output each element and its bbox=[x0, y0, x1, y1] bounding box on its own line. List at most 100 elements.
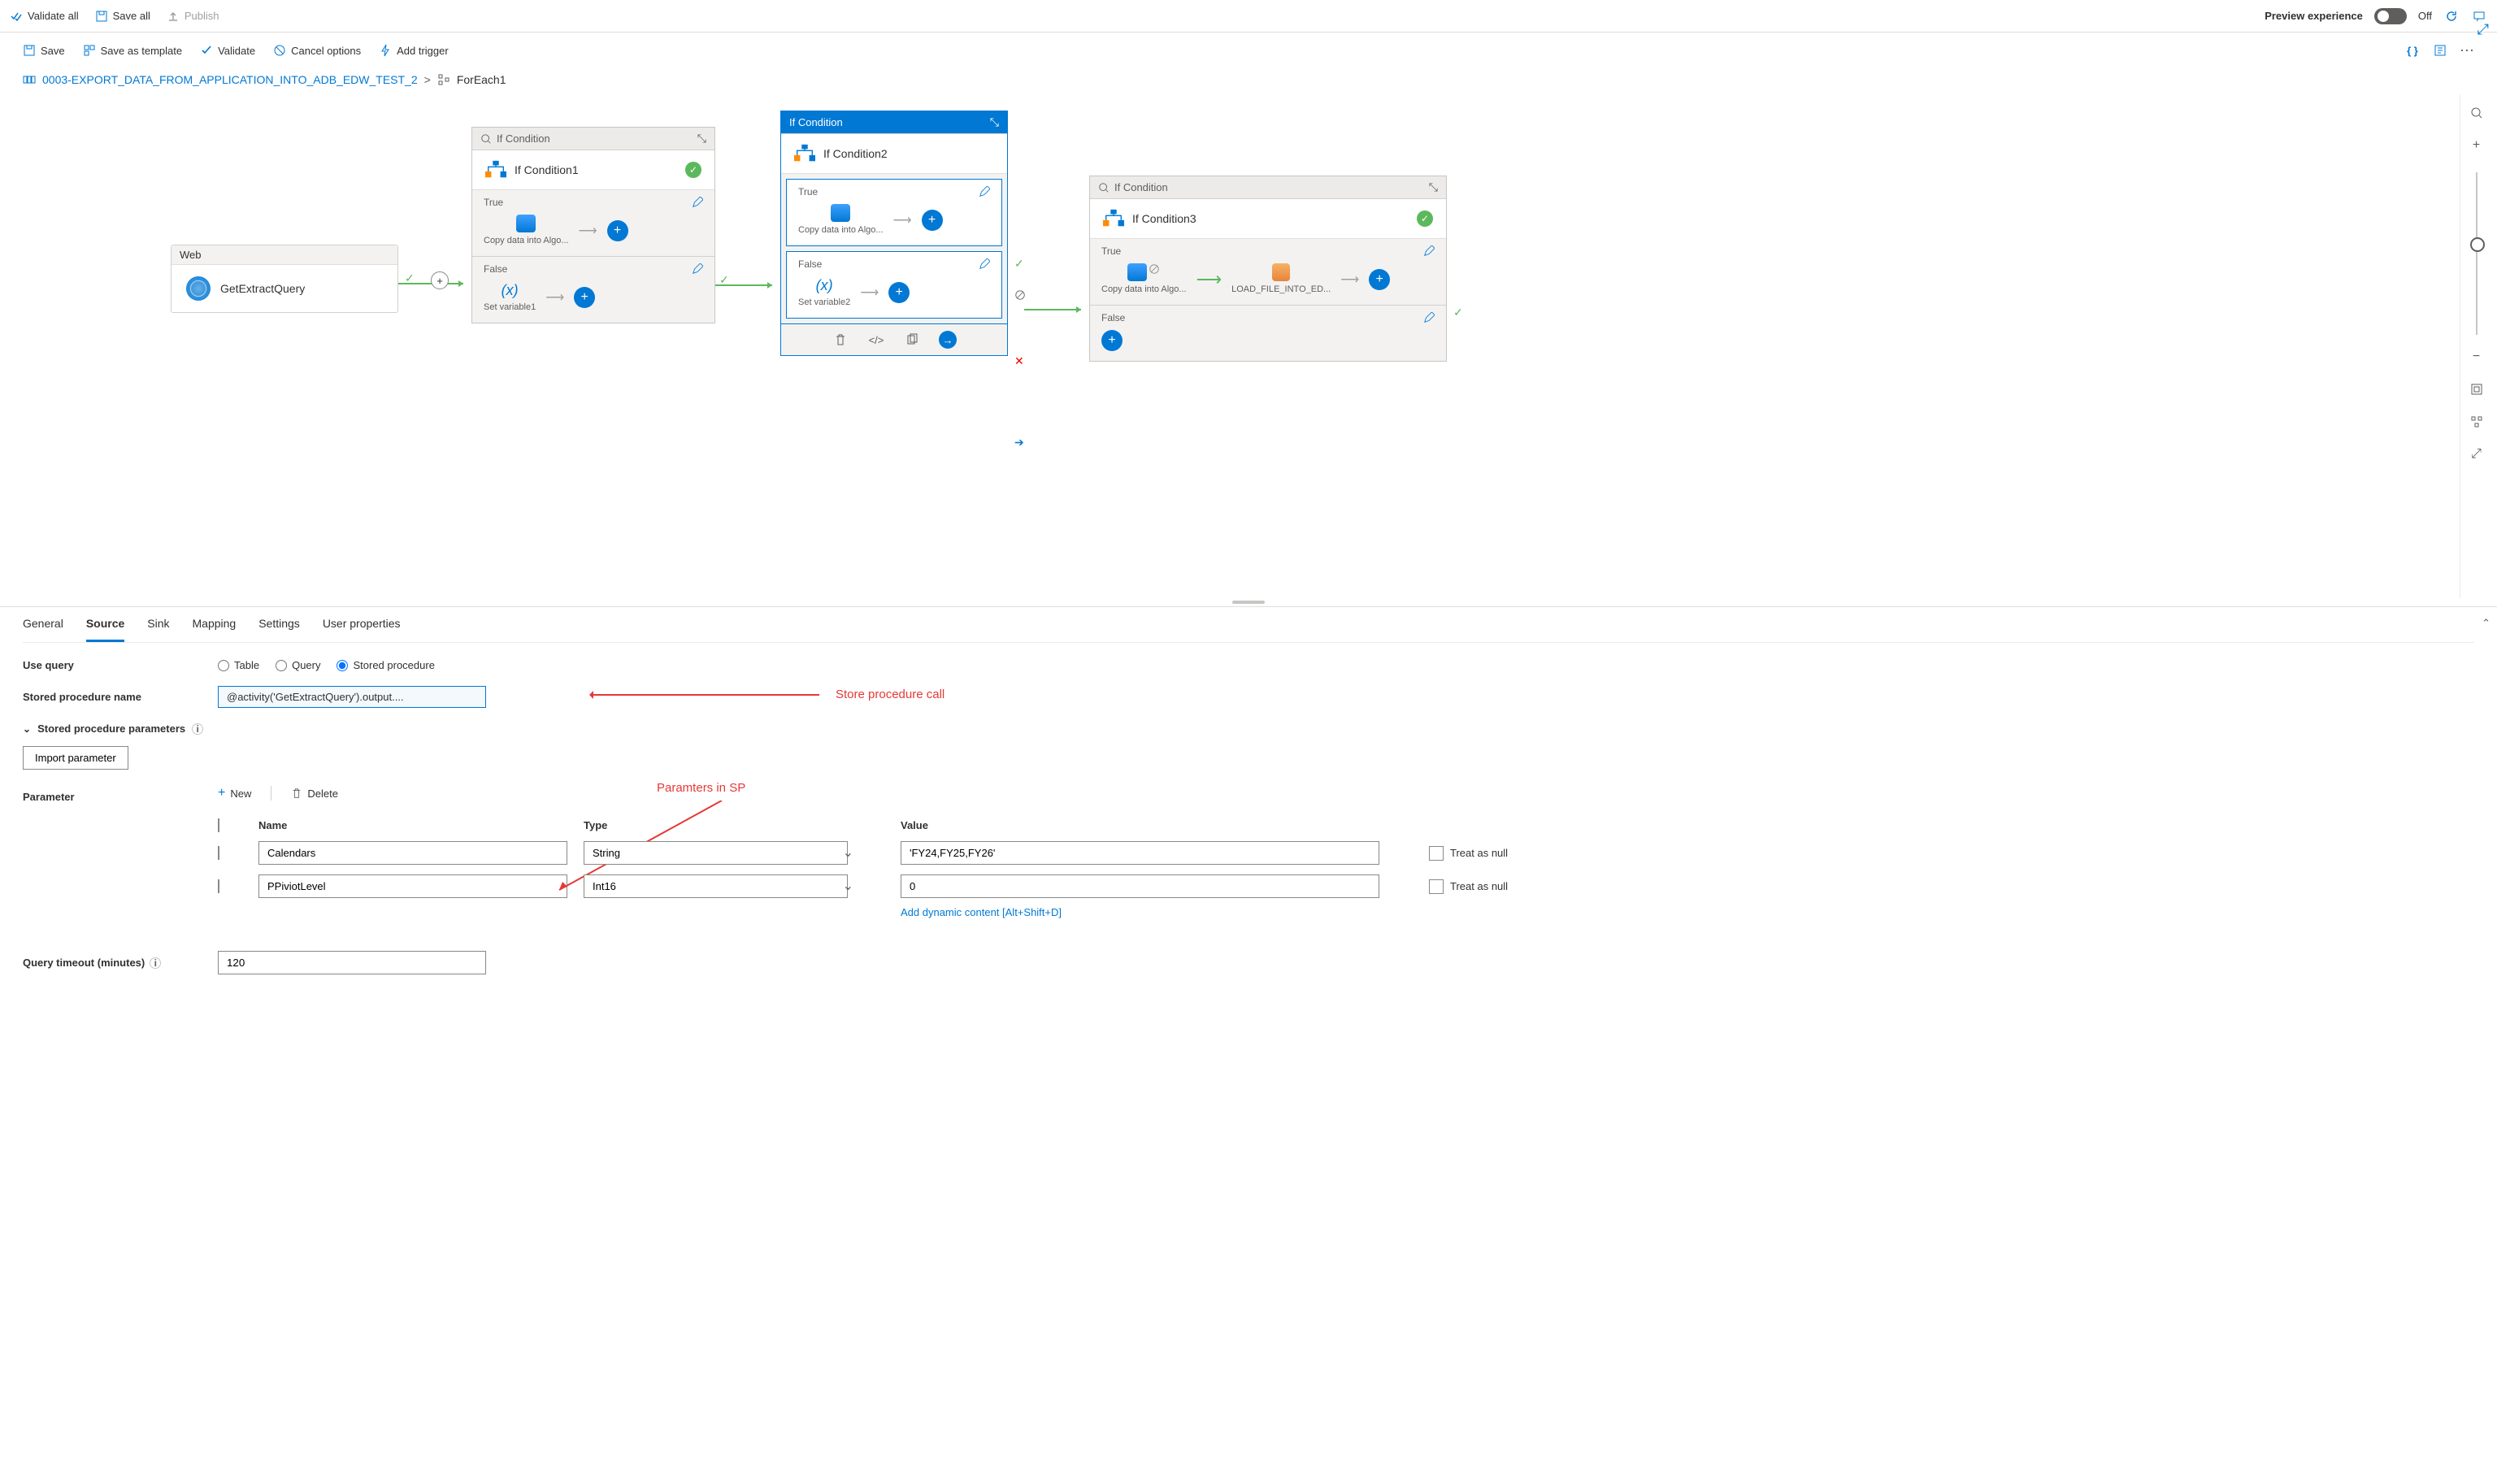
copy-data-activity[interactable]: Copy data into Algo... bbox=[484, 215, 569, 246]
check-icon bbox=[200, 44, 213, 57]
set-variable-activity[interactable]: (x) Set variable1 bbox=[484, 281, 536, 313]
import-parameter-button[interactable]: Import parameter bbox=[23, 746, 128, 770]
add-trigger-button[interactable]: Add trigger bbox=[379, 44, 449, 57]
add-node-button[interactable]: + bbox=[431, 271, 449, 289]
info-icon[interactable]: i bbox=[192, 723, 203, 735]
if2-type: If Condition bbox=[789, 116, 843, 128]
tab-source[interactable]: Source bbox=[86, 607, 124, 642]
radio-stored-procedure[interactable]: Stored procedure bbox=[337, 659, 434, 671]
panel-splitter[interactable] bbox=[0, 598, 2497, 606]
save-button[interactable]: Save bbox=[23, 44, 65, 57]
sp-params-toggle[interactable]: ⌄ Stored procedure parameters i bbox=[23, 722, 2474, 735]
zoom-in-icon[interactable]: + bbox=[2466, 135, 2487, 156]
skip-port-icon[interactable] bbox=[1014, 289, 1026, 301]
zoom-slider[interactable] bbox=[2476, 172, 2477, 335]
tab-user-properties[interactable]: User properties bbox=[323, 607, 401, 642]
collapse-icon[interactable]: ⤡ bbox=[990, 115, 999, 129]
sp-name-input[interactable] bbox=[218, 686, 486, 708]
radio-query[interactable]: Query bbox=[276, 659, 320, 671]
add-dynamic-content-link[interactable]: Add dynamic content [Alt+Shift+D] bbox=[901, 906, 1405, 918]
param-name-input[interactable] bbox=[258, 841, 567, 865]
canvas[interactable]: Web GetExtractQuery ✓ + If Condition ⤡ I… bbox=[0, 94, 2497, 598]
if1-name: If Condition1 bbox=[515, 163, 579, 176]
delete-icon[interactable] bbox=[832, 331, 849, 349]
edit-icon[interactable] bbox=[692, 197, 703, 208]
radio-table[interactable]: Table bbox=[218, 659, 259, 671]
fullscreen-icon[interactable]: ⤢ bbox=[2466, 444, 2487, 465]
copy-data-activity[interactable]: Copy data into Algo... bbox=[798, 204, 884, 236]
add-activity-button[interactable]: + bbox=[888, 282, 910, 303]
copy-icon[interactable] bbox=[903, 331, 921, 349]
tab-general[interactable]: General bbox=[23, 607, 63, 642]
cancel-options-button[interactable]: Cancel options bbox=[273, 44, 361, 57]
set-variable-activity[interactable]: (x) Set variable2 bbox=[798, 276, 850, 308]
validate-all-button[interactable]: Validate all bbox=[10, 10, 79, 23]
param-name-input[interactable] bbox=[258, 874, 567, 898]
chevron-down-icon: ⌄ bbox=[23, 723, 31, 735]
if-condition-1[interactable]: If Condition ⤡ If Condition1 ✓ True Copy… bbox=[471, 127, 715, 323]
validate-label: Validate bbox=[218, 45, 255, 57]
tab-sink[interactable]: Sink bbox=[147, 607, 169, 642]
param-value-input[interactable] bbox=[901, 874, 1379, 898]
json-icon[interactable]: { } bbox=[2404, 42, 2421, 59]
search-icon[interactable] bbox=[2466, 102, 2487, 124]
preview-toggle[interactable] bbox=[2374, 8, 2407, 24]
param-value-input[interactable] bbox=[901, 841, 1379, 865]
success-port-icon[interactable]: ✓ bbox=[1453, 306, 1463, 319]
save-template-button[interactable]: Save as template bbox=[83, 44, 182, 57]
add-activity-button[interactable]: + bbox=[1369, 269, 1390, 290]
collapse-icon[interactable]: ⤡ bbox=[697, 132, 706, 145]
edit-icon[interactable] bbox=[1423, 312, 1435, 323]
add-activity-button[interactable]: + bbox=[574, 287, 595, 308]
if-condition-3[interactable]: If Condition ⤡ If Condition3 ✓ True Copy… bbox=[1089, 176, 1447, 362]
copy-data-activity[interactable]: Copy data into Algo... bbox=[1101, 263, 1187, 295]
zoom-out-icon[interactable]: − bbox=[2466, 346, 2487, 367]
code-icon[interactable]: </> bbox=[867, 331, 885, 349]
edit-icon[interactable] bbox=[692, 263, 703, 275]
add-activity-button[interactable]: + bbox=[607, 220, 628, 241]
load-file-activity[interactable]: LOAD_FILE_INTO_ED... bbox=[1231, 263, 1331, 295]
databricks-icon bbox=[1272, 263, 1290, 281]
add-activity-button[interactable]: + bbox=[922, 210, 943, 231]
treat-null-checkbox[interactable] bbox=[1429, 879, 1444, 894]
edit-icon[interactable] bbox=[1423, 245, 1435, 257]
arrow-icon: ⟶ bbox=[860, 284, 879, 301]
info-icon[interactable]: i bbox=[150, 957, 161, 969]
row-checkbox[interactable] bbox=[218, 879, 219, 893]
if-condition-2[interactable]: If Condition ⤡ If Condition2 True Copy d… bbox=[780, 111, 1008, 356]
select-all-checkbox[interactable] bbox=[218, 818, 219, 832]
edit-icon[interactable] bbox=[979, 186, 990, 197]
new-param-button[interactable]: + New bbox=[218, 786, 271, 801]
preview-experience-label: Preview experience bbox=[2265, 10, 2363, 22]
success-port-icon[interactable]: ✓ bbox=[1014, 257, 1024, 271]
collapse-icon[interactable]: ⤡ bbox=[1429, 180, 1438, 194]
completion-port-icon[interactable]: ➔ bbox=[1014, 436, 1024, 449]
more-icon[interactable]: ⋯ bbox=[2460, 42, 2474, 59]
query-timeout-input[interactable] bbox=[218, 951, 486, 974]
use-query-label: Use query bbox=[23, 659, 218, 671]
validate-button[interactable]: Validate bbox=[200, 44, 255, 57]
save-label: Save bbox=[41, 45, 65, 57]
chevron-up-icon[interactable]: ⌃ bbox=[2482, 617, 2490, 630]
treat-null-checkbox[interactable] bbox=[1429, 846, 1444, 861]
tab-settings[interactable]: Settings bbox=[258, 607, 300, 642]
expand-diag-icon[interactable]: ⤢ bbox=[2477, 21, 2489, 38]
fail-port-icon[interactable]: ✕ bbox=[1014, 354, 1024, 368]
add-activity-button[interactable]: + bbox=[1101, 330, 1123, 351]
save-all-button[interactable]: Save all bbox=[95, 10, 150, 23]
arrow-icon: ⟶ bbox=[893, 212, 912, 228]
properties-icon[interactable] bbox=[2432, 42, 2448, 59]
row-checkbox[interactable] bbox=[218, 846, 219, 860]
refresh-icon[interactable] bbox=[2443, 8, 2460, 24]
layout-icon[interactable] bbox=[2466, 411, 2487, 432]
template-icon bbox=[83, 44, 96, 57]
param-type-select[interactable] bbox=[584, 874, 848, 898]
param-type-select[interactable] bbox=[584, 841, 848, 865]
web-activity[interactable]: Web GetExtractQuery bbox=[171, 245, 398, 313]
next-icon[interactable]: → bbox=[939, 331, 957, 349]
pipeline-link[interactable]: 0003-EXPORT_DATA_FROM_APPLICATION_INTO_A… bbox=[42, 73, 418, 86]
fit-icon[interactable] bbox=[2466, 379, 2487, 400]
tab-mapping[interactable]: Mapping bbox=[193, 607, 237, 642]
edit-icon[interactable] bbox=[979, 258, 990, 270]
delete-param-button[interactable]: Delete bbox=[291, 786, 338, 801]
